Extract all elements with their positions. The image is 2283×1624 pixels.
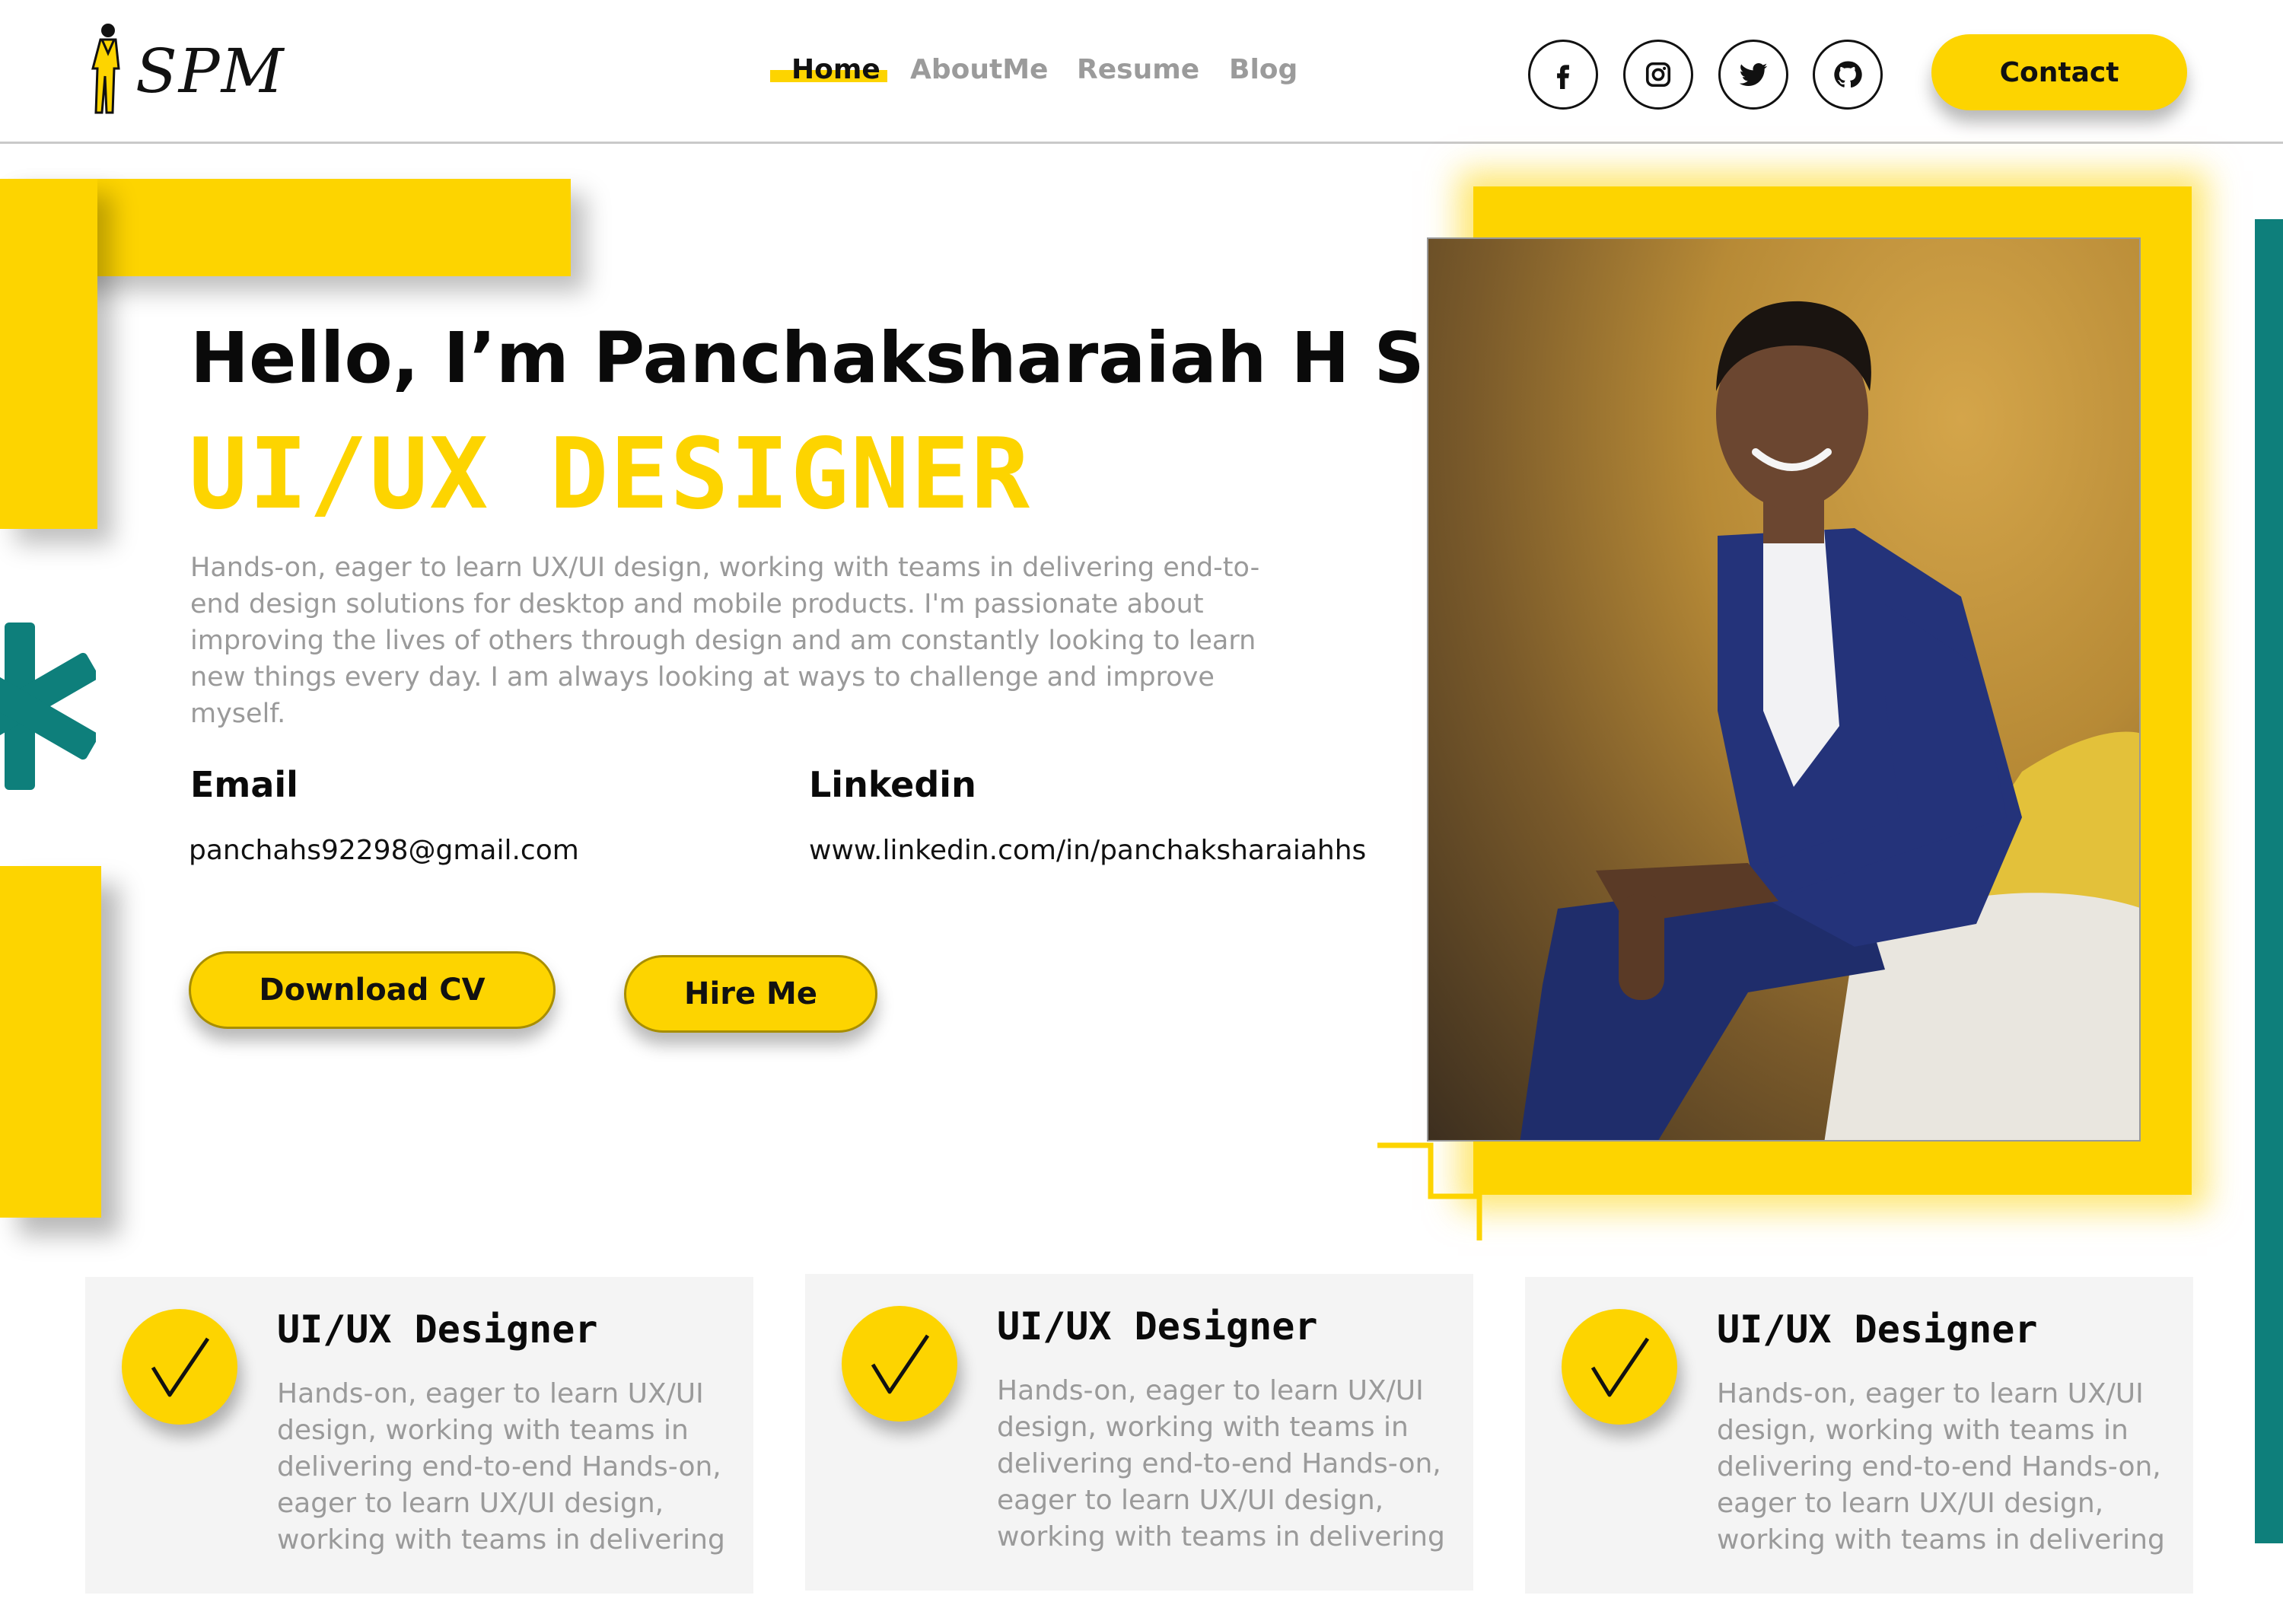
service-card: UI/UX Designer Hands-on, eager to learn …: [1525, 1277, 2193, 1594]
step-line-decor-icon: [1377, 1142, 1482, 1240]
asterisk-decor-icon: [0, 623, 96, 790]
check-badge: [842, 1306, 957, 1422]
card-text: Hands-on, eager to learn UX/UI design, w…: [277, 1378, 725, 1556]
check-badge: [122, 1309, 237, 1425]
hero-greeting: Hello, I’m Panchaksharaiah H S: [190, 317, 1425, 399]
portrait-illustration: [1520, 301, 2139, 1140]
hero-description: Hands-on, eager to learn UX/UI design, w…: [190, 552, 1260, 729]
contact-button[interactable]: Contact: [1931, 34, 2187, 110]
card-title: UI/UX Designer: [997, 1304, 1318, 1349]
twitter-button[interactable]: [1718, 40, 1788, 110]
profile-photo: [1427, 237, 2141, 1142]
nav-resume[interactable]: Resume: [1077, 56, 1199, 84]
decor-yellow-corner-side: [0, 179, 97, 529]
email-label: Email: [190, 764, 298, 805]
checkmark-icon: [1590, 1337, 1650, 1397]
decor-yellow-bar: [0, 866, 101, 1218]
checkmark-icon: [871, 1334, 930, 1394]
twitter-icon: [1739, 63, 1768, 86]
checkmark-icon: [151, 1337, 210, 1397]
hero-role: UI/UX DESIGNER: [189, 418, 1031, 531]
instagram-icon: [1645, 62, 1671, 88]
decor-teal-bar: [2255, 219, 2283, 1543]
github-button[interactable]: [1813, 40, 1883, 110]
hire-me-button[interactable]: Hire Me: [624, 955, 877, 1033]
download-cv-button[interactable]: Download CV: [189, 951, 556, 1029]
facebook-button[interactable]: [1528, 40, 1598, 110]
nav-aboutme[interactable]: AboutMe: [910, 56, 1048, 84]
card-title: UI/UX Designer: [277, 1307, 598, 1352]
github-icon: [1834, 61, 1862, 88]
card-text: Hands-on, eager to learn UX/UI design, w…: [1717, 1378, 2165, 1556]
service-card: UI/UX Designer Hands-on, eager to learn …: [85, 1277, 753, 1594]
check-badge: [1562, 1309, 1677, 1425]
service-card: UI/UX Designer Hands-on, eager to learn …: [805, 1274, 1473, 1591]
logo-text: SPM: [135, 36, 285, 107]
facebook-icon: [1557, 65, 1569, 89]
nav-home[interactable]: Home: [791, 56, 880, 84]
logo-figure-icon: [91, 24, 120, 114]
linkedin-value[interactable]: www.linkedin.com/in/panchaksharaiahhs: [809, 837, 1366, 865]
nav-blog[interactable]: Blog: [1229, 56, 1298, 84]
linkedin-label: Linkedin: [809, 764, 976, 805]
email-value[interactable]: panchahs92298@gmail.com: [189, 837, 579, 865]
card-text: Hands-on, eager to learn UX/UI design, w…: [997, 1375, 1445, 1552]
instagram-button[interactable]: [1623, 40, 1693, 110]
card-title: UI/UX Designer: [1717, 1307, 2038, 1352]
